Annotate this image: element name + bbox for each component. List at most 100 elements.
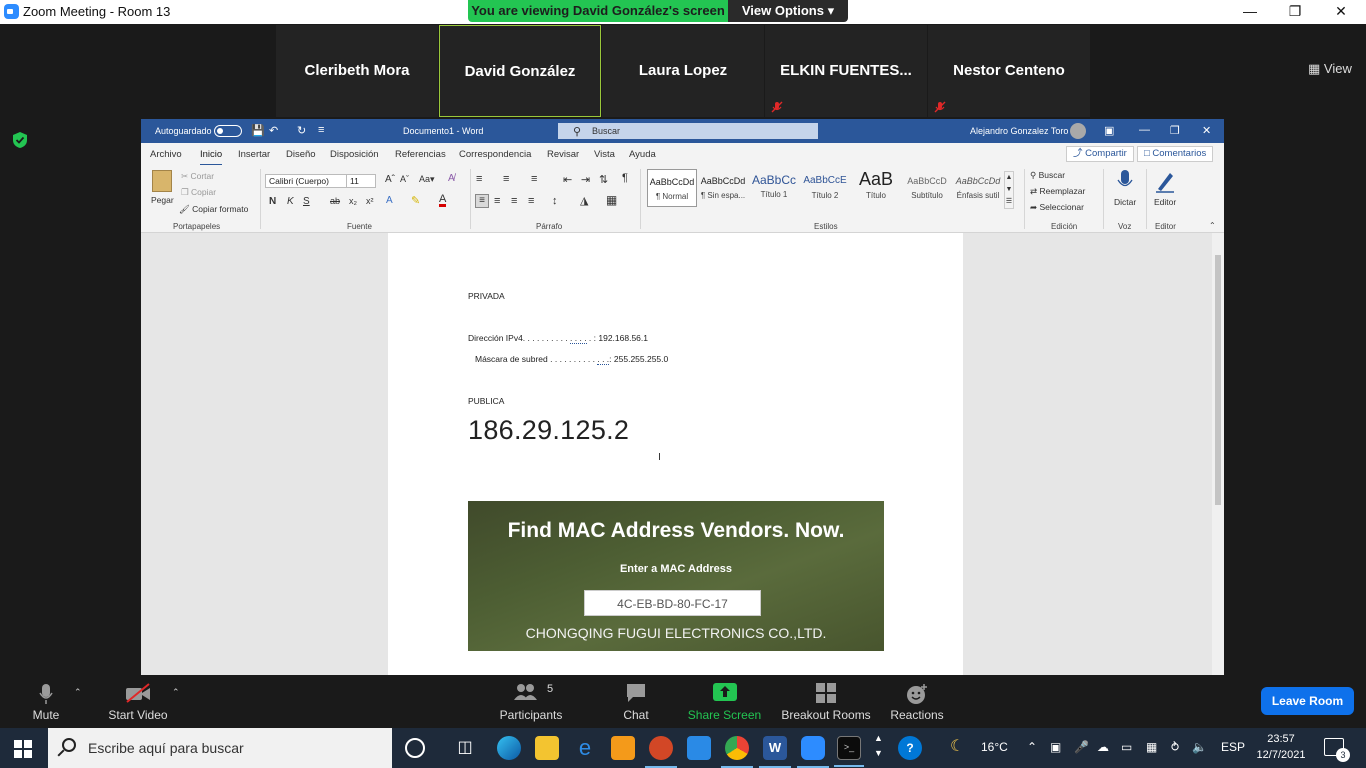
chrome-icon[interactable]: [721, 736, 753, 768]
document-page[interactable]: PRIVADA Dirección IPv4. . . . . . . . . …: [388, 233, 963, 675]
help-icon[interactable]: ?: [898, 736, 922, 760]
breakout-rooms-button[interactable]: Breakout Rooms: [780, 675, 872, 728]
borders-icon[interactable]: ▦: [606, 193, 617, 207]
autosave-toggle[interactable]: [214, 125, 242, 137]
view-options-button[interactable]: View Options ▾: [728, 0, 848, 22]
share-button[interactable]: ⤴ Compartir: [1066, 146, 1134, 162]
comments-button[interactable]: □ Comentarios: [1137, 146, 1214, 162]
powerpoint-icon[interactable]: [645, 736, 677, 768]
tab-vista[interactable]: Vista: [594, 149, 615, 160]
grow-font-icon[interactable]: Aˆ: [385, 174, 395, 185]
tab-revisar[interactable]: Revisar: [547, 149, 579, 160]
vertical-scrollbar[interactable]: [1212, 233, 1224, 675]
tab-insertar[interactable]: Insertar: [238, 149, 270, 160]
show-hidden-icons-chevron-icon[interactable]: ⌃: [1027, 740, 1037, 754]
task-view-icon[interactable]: ◫: [453, 736, 477, 760]
tab-ayuda[interactable]: Ayuda: [629, 149, 656, 160]
minimize-button[interactable]: —: [1227, 0, 1273, 24]
strikethrough-icon[interactable]: ab: [330, 196, 340, 206]
copy-button[interactable]: ❐ Copiar: [181, 187, 216, 198]
taskbar-scroll-chevron-icon[interactable]: ▲ ▼: [874, 731, 883, 761]
participant-tile[interactable]: Laura Lopez: [602, 25, 764, 117]
reactions-button[interactable]: Reactions: [888, 675, 946, 728]
shrink-font-icon[interactable]: Aˇ: [400, 174, 409, 184]
sort-icon[interactable]: ⇅: [599, 173, 608, 186]
word-icon[interactable]: W: [759, 736, 791, 768]
wifi-icon[interactable]: ⥁: [1171, 740, 1179, 754]
taskbar-search-box[interactable]: Escribe aquí para buscar: [48, 728, 392, 768]
participants-button[interactable]: 5 Participants: [497, 675, 565, 728]
customize-toolbar-icon[interactable]: ≡: [318, 124, 324, 136]
mute-button[interactable]: Mute: [20, 675, 72, 728]
increase-indent-icon[interactable]: ⇥: [581, 173, 590, 186]
share-screen-button[interactable]: Share Screen: [687, 675, 762, 728]
scrollbar-thumb[interactable]: [1215, 255, 1221, 505]
zoom-icon[interactable]: [797, 736, 829, 768]
editor-label[interactable]: Editor: [1154, 197, 1176, 207]
microphone-tray-icon[interactable]: 🎤: [1074, 740, 1089, 754]
word-restore-icon[interactable]: ❐: [1170, 124, 1180, 137]
bullets-icon[interactable]: ≡: [476, 173, 482, 185]
style-heading-2[interactable]: AaBbCcE Título 2: [800, 169, 850, 207]
justify-icon[interactable]: ≡: [528, 195, 534, 207]
word-minimize-icon[interactable]: —: [1139, 124, 1150, 136]
encryption-shield-icon[interactable]: [12, 131, 28, 149]
participant-tile[interactable]: Cleribeth Mora: [276, 25, 438, 117]
styles-more-icon[interactable]: ▲ ▼ ☰: [1004, 171, 1014, 209]
align-center-icon[interactable]: ≡: [494, 195, 500, 207]
style-subtle-emphasis[interactable]: AaBbCcDd Énfasis sutil: [953, 169, 1003, 207]
tab-diseno[interactable]: Diseño: [286, 149, 316, 160]
underline-icon[interactable]: S: [303, 196, 310, 207]
tab-inicio[interactable]: Inicio: [200, 149, 223, 166]
taskbar-clock[interactable]: 23:57 12/7/2021: [1256, 731, 1306, 763]
word-search-box[interactable]: ⚲ Buscar: [558, 123, 818, 139]
style-no-spacing[interactable]: AaBbCcDd ¶ Sin espa...: [698, 169, 748, 207]
bold-icon[interactable]: N: [269, 196, 276, 207]
internet-explorer-icon[interactable]: e: [573, 736, 597, 760]
terminal-icon[interactable]: >_: [834, 736, 864, 767]
line-spacing-icon[interactable]: ↕: [552, 195, 558, 207]
format-painter-button[interactable]: 🖌 Copiar formato: [179, 204, 248, 215]
tab-archivo[interactable]: Archivo: [150, 149, 182, 160]
security-icon[interactable]: ▦: [1146, 740, 1157, 754]
avatar[interactable]: [1070, 123, 1086, 139]
word-close-icon[interactable]: ✕: [1202, 124, 1211, 137]
weather-temperature[interactable]: 16°C: [981, 740, 1008, 754]
chat-button[interactable]: Chat: [614, 675, 658, 728]
vscode-icon[interactable]: [687, 736, 711, 760]
microphone-icon[interactable]: [1117, 169, 1133, 193]
speaker-icon[interactable]: 🔈: [1192, 740, 1207, 754]
style-title[interactable]: AaB Título: [851, 169, 901, 207]
save-icon[interactable]: 💾: [251, 124, 265, 137]
file-explorer-icon[interactable]: [535, 736, 559, 760]
select-button[interactable]: ➦ Seleccionar: [1030, 202, 1084, 213]
participant-tile[interactable]: ELKIN FUENTES...: [765, 25, 927, 117]
participant-tile[interactable]: Nestor Centeno: [928, 25, 1090, 117]
redo-icon[interactable]: ↻: [297, 124, 306, 137]
editor-pen-icon[interactable]: [1154, 169, 1176, 193]
battery-icon[interactable]: ▭: [1121, 740, 1132, 754]
meet-now-icon[interactable]: ▣: [1050, 740, 1061, 754]
change-case-icon[interactable]: Aa▾: [419, 174, 435, 185]
text-effects-icon[interactable]: A: [386, 195, 393, 206]
font-name-combo[interactable]: Calibri (Cuerpo): [265, 174, 347, 188]
collapse-ribbon-icon[interactable]: ⌃: [1209, 221, 1216, 230]
paste-label[interactable]: Pegar: [151, 195, 174, 205]
notifications-icon[interactable]: 3: [1324, 738, 1350, 762]
language-indicator[interactable]: ESP: [1221, 740, 1245, 754]
view-layout-button[interactable]: ▦ View: [1308, 61, 1352, 77]
cut-button[interactable]: ✂ Cortar: [181, 171, 214, 182]
tab-disposicion[interactable]: Disposición: [330, 149, 379, 160]
sublime-text-icon[interactable]: [611, 736, 635, 760]
clear-format-icon[interactable]: A̸: [448, 173, 455, 184]
maximize-button[interactable]: ❐: [1272, 0, 1318, 24]
dictate-label[interactable]: Dictar: [1114, 197, 1136, 207]
highlight-icon[interactable]: ✎: [411, 194, 420, 207]
close-button[interactable]: ✕: [1318, 0, 1364, 24]
audio-options-chevron-icon[interactable]: ⌃: [74, 687, 82, 698]
windows-start-icon[interactable]: [14, 740, 32, 758]
subscript-icon[interactable]: x₂: [349, 196, 357, 206]
participant-tile-active[interactable]: David González: [439, 25, 601, 117]
replace-button[interactable]: ⇄ Reemplazar: [1030, 186, 1085, 197]
style-subtitle[interactable]: AaBbCcD Subtítulo: [902, 169, 952, 207]
